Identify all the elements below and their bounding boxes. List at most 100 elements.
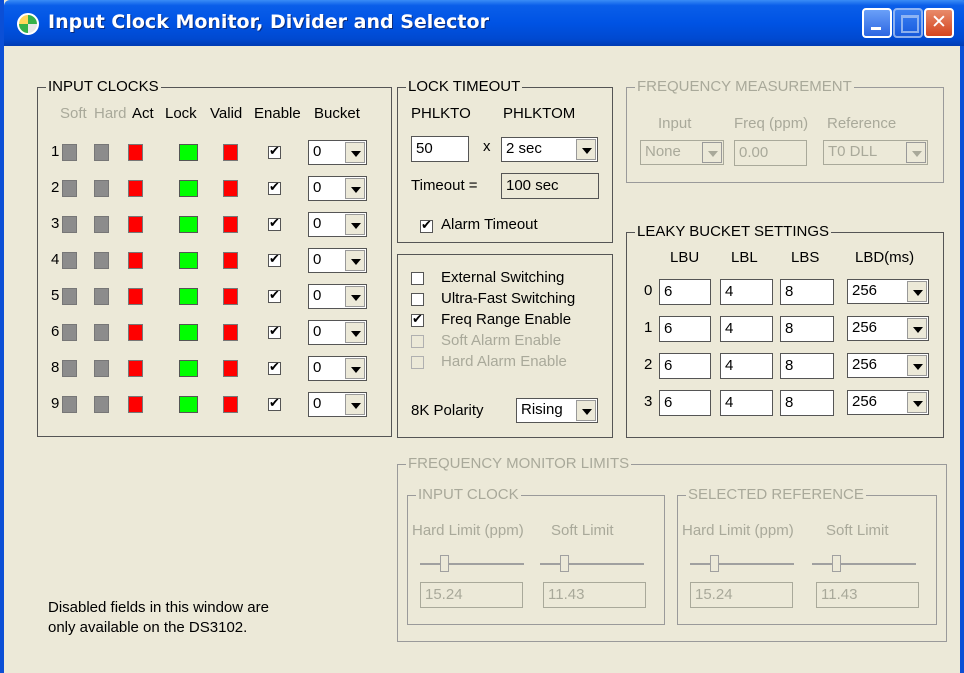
lbs-input[interactable]: 8 [780, 353, 834, 379]
alarm-timeout-checkbox[interactable] [420, 217, 433, 233]
ref-hard-limit-label: Hard Limit (ppm) [682, 522, 794, 539]
chevron-down-icon[interactable] [345, 142, 365, 163]
bucket-select[interactable]: 0 [308, 248, 367, 273]
col-header-act: Act [132, 105, 154, 122]
lbd-header: LBD(ms) [855, 249, 915, 266]
col-header-lock: Lock [165, 105, 197, 122]
enable-checkbox[interactable] [268, 179, 281, 195]
chevron-down-icon[interactable] [345, 178, 365, 199]
lock-indicator [179, 216, 198, 233]
lbd-select[interactable]: 256 [847, 353, 929, 378]
bucket-value: 0 [313, 359, 322, 376]
switching-option-checkbox[interactable] [411, 272, 424, 285]
bucket-select[interactable]: 0 [308, 176, 367, 201]
frequency-monitor-limits-label: FREQUENCY MONITOR LIMITS [406, 455, 632, 473]
switching-option-checkbox[interactable] [411, 311, 424, 327]
lbs-input[interactable]: 8 [780, 390, 834, 416]
lbl-input[interactable]: 4 [720, 279, 773, 305]
frequency-measurement-label: FREQUENCY MEASUREMENT [635, 78, 854, 96]
hard-indicator [94, 360, 109, 377]
lbd-select[interactable]: 256 [847, 279, 929, 304]
enable-checkbox[interactable] [268, 287, 281, 303]
lbd-select[interactable]: 256 [847, 316, 929, 341]
lbu-input[interactable]: 6 [659, 390, 711, 416]
soft-indicator [62, 324, 77, 341]
lbd-value: 256 [852, 393, 878, 410]
bucket-value: 0 [313, 143, 322, 160]
fm-input-label: Input [658, 115, 692, 132]
enable-checkbox[interactable] [268, 251, 281, 267]
clock-row-number: 5 [51, 287, 60, 304]
lbs-input[interactable]: 8 [780, 279, 834, 305]
chevron-down-icon[interactable] [345, 322, 365, 343]
ref-soft-limit-label: Soft Limit [826, 522, 889, 539]
lbs-input[interactable]: 8 [780, 316, 834, 342]
lbu-input[interactable]: 6 [659, 279, 711, 305]
input-clocks-label: INPUT CLOCKS [46, 78, 161, 96]
bucket-value: 0 [313, 323, 322, 340]
chevron-down-icon[interactable] [345, 214, 365, 235]
switching-group: External Switching Ultra-Fast Switching Fr… [397, 254, 613, 438]
polarity-label: 8K Polarity [411, 402, 484, 419]
hard-indicator [94, 180, 109, 197]
enable-checkbox[interactable] [268, 395, 281, 411]
minimize-button[interactable] [862, 8, 892, 38]
lbl-input[interactable]: 4 [720, 390, 773, 416]
disabled-note-line2: only available on the DS3102. [48, 619, 248, 636]
lbd-value: 256 [852, 356, 878, 373]
bucket-select[interactable]: 0 [308, 140, 367, 165]
title-bar[interactable]: Input Clock Monitor, Divider and Selecto… [4, 0, 964, 46]
chevron-down-icon[interactable] [907, 355, 927, 376]
chevron-down-icon[interactable] [576, 139, 596, 160]
lbu-input[interactable]: 6 [659, 316, 711, 342]
fm-input-value: None [645, 143, 681, 160]
phlkto-input[interactable]: 50 [411, 136, 469, 162]
leaky-bucket-group: LEAKY BUCKET SETTINGS LBU LBL LBS LBD(ms… [626, 223, 944, 438]
enable-checkbox[interactable] [268, 215, 281, 231]
bucket-select[interactable]: 0 [308, 284, 367, 309]
lbl-input[interactable]: 4 [720, 316, 773, 342]
valid-indicator [223, 324, 238, 341]
polarity-select[interactable]: Rising [516, 398, 598, 423]
chevron-down-icon[interactable] [345, 250, 365, 271]
selected-reference-limits-label: SELECTED REFERENCE [686, 486, 866, 504]
bucket-select[interactable]: 0 [308, 212, 367, 237]
bucket-select[interactable]: 0 [308, 392, 367, 417]
chevron-down-icon[interactable] [576, 400, 596, 421]
act-indicator [128, 396, 143, 413]
valid-indicator [223, 288, 238, 305]
bucket-select[interactable]: 0 [308, 356, 367, 381]
selected-reference-limits-group: SELECTED REFERENCE Hard Limit (ppm) Soft… [677, 486, 937, 625]
close-button[interactable] [924, 8, 954, 38]
lbl-input[interactable]: 4 [720, 353, 773, 379]
chevron-down-icon[interactable] [345, 394, 365, 415]
enable-checkbox[interactable] [268, 359, 281, 375]
phlktom-select[interactable]: 2 sec [501, 137, 598, 162]
chevron-down-icon [906, 142, 926, 163]
switching-option-label: Ultra-Fast Switching [441, 290, 576, 307]
lock-indicator [179, 144, 198, 161]
chevron-down-icon[interactable] [345, 358, 365, 379]
bucket-select[interactable]: 0 [308, 320, 367, 345]
chevron-down-icon[interactable] [907, 318, 927, 339]
timeout-value: 100 sec [501, 173, 599, 199]
valid-indicator [223, 144, 238, 161]
enable-checkbox[interactable] [268, 323, 281, 339]
valid-indicator [223, 180, 238, 197]
valid-indicator [223, 216, 238, 233]
hard-indicator [94, 324, 109, 341]
act-indicator [128, 144, 143, 161]
chevron-down-icon[interactable] [907, 281, 927, 302]
lbu-input[interactable]: 6 [659, 353, 711, 379]
enable-checkbox[interactable] [268, 143, 281, 159]
lbd-select[interactable]: 256 [847, 390, 929, 415]
input-soft-limit-slider [540, 553, 644, 575]
chevron-down-icon[interactable] [907, 392, 927, 413]
lock-timeout-group: LOCK TIMEOUT PHLKTO PHLKTOM 50 x 2 sec T… [397, 78, 613, 243]
polarity-value: Rising [521, 401, 563, 418]
switching-option-label: Hard Alarm Enable [441, 353, 567, 370]
col-header-bucket: Bucket [314, 105, 360, 122]
switching-option-label: External Switching [441, 269, 565, 286]
chevron-down-icon[interactable] [345, 286, 365, 307]
switching-option-checkbox[interactable] [411, 293, 424, 306]
